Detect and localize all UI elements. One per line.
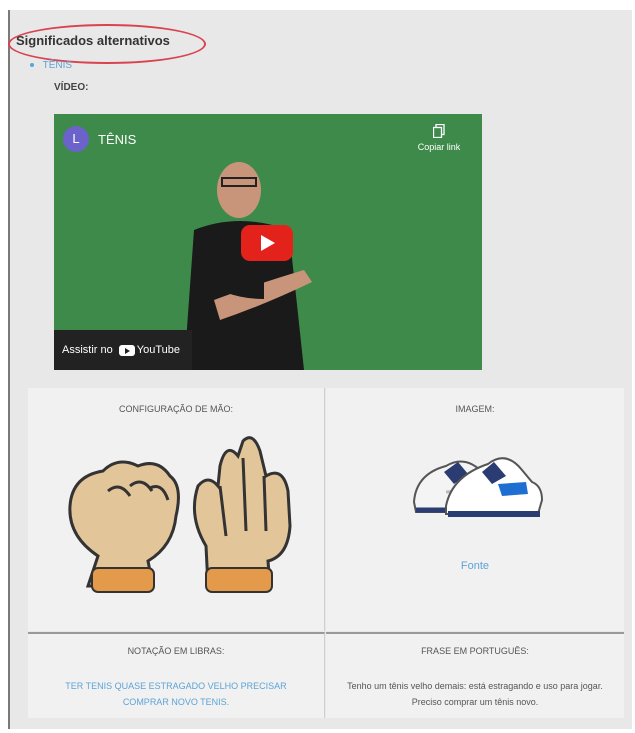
video-title[interactable]: TÊNIS (98, 132, 136, 147)
copy-link-label: Copiar link (417, 142, 461, 152)
notation-cell: NOTAÇÃO EM LIBRAS: TER TENIS QUASE ESTRA… (28, 632, 325, 718)
copy-link-button[interactable]: Copiar link (412, 124, 466, 152)
phrase-cell: FRASE EM PORTUGUÊS: Tenho um tênis velho… (326, 632, 624, 718)
sneaker-image (412, 457, 544, 517)
notation-title: NOTAÇÃO EM LIBRAS: (127, 646, 225, 656)
video-label: VÍDEO: (54, 82, 89, 93)
sign-info-table: CONFIGURAÇÃO DE MÃO: IMAGEM: Fonte NOTAÇ… (28, 388, 624, 718)
bullet-icon (30, 63, 34, 68)
hand-shape-icon (68, 436, 292, 593)
image-cell: IMAGEM: Fonte (326, 388, 624, 631)
source-link[interactable]: Fonte (326, 560, 624, 572)
channel-avatar[interactable]: L (63, 126, 89, 152)
youtube-icon (118, 344, 135, 356)
image-title: IMAGEM: (455, 404, 495, 414)
watch-on-label: Assistir no (62, 344, 113, 356)
phrase-text: Tenho um tênis velho demais: está estrag… (347, 681, 603, 707)
video-player[interactable]: L TÊNIS Copiar link Assistir no YouTube (54, 114, 482, 370)
highlight-circle (8, 24, 206, 64)
alt-meaning-link[interactable]: TÊNIS (43, 60, 72, 71)
notation-link[interactable]: TER TENIS QUASE ESTRAGADO VELHO PRECISAR… (46, 678, 306, 710)
hand-config-cell: CONFIGURAÇÃO DE MÃO: (28, 388, 325, 631)
phrase-title: FRASE EM PORTUGUÊS: (421, 646, 529, 656)
watch-on-youtube[interactable]: Assistir no YouTube (54, 330, 192, 370)
copy-icon (433, 124, 445, 138)
youtube-label: YouTube (136, 344, 180, 356)
alt-meaning-item[interactable]: TÊNIS (30, 60, 72, 71)
hand-config-title: CONFIGURAÇÃO DE MÃO: (118, 404, 233, 414)
play-button[interactable] (241, 225, 293, 261)
